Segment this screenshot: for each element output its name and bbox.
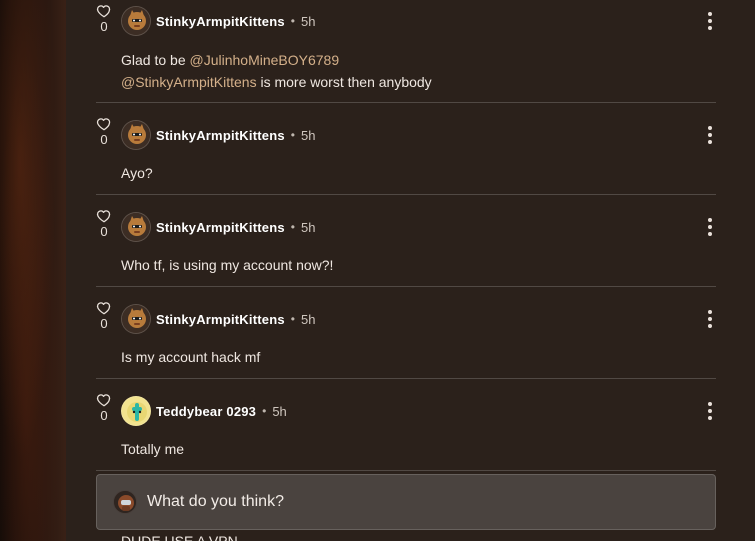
more-vertical-icon-dot: [708, 416, 712, 420]
current-user-avatar-image: [114, 491, 136, 513]
avatar-image: [122, 397, 150, 425]
more-vertical-icon-dot: [708, 225, 712, 229]
more-vertical-icon-dot: [708, 402, 712, 406]
comment-text-line: @StinkyArmpitKittens is more worst then …: [121, 72, 432, 92]
comment-text-line: Glad to be @JulinhoMineBOY6789: [121, 50, 339, 70]
more-vertical-icon-dot: [708, 324, 712, 328]
avatar[interactable]: [121, 304, 151, 334]
username[interactable]: StinkyArmpitKittens: [156, 14, 285, 29]
meta-separator: •: [290, 128, 295, 142]
heart-icon[interactable]: [96, 4, 112, 18]
comment-meta: StinkyArmpitKittens • 5h: [156, 126, 315, 144]
like-control[interactable]: 0: [96, 4, 112, 34]
composer-placeholder[interactable]: What do you think?: [147, 493, 284, 511]
heart-icon[interactable]: [96, 301, 112, 315]
more-vertical-icon-dot: [708, 409, 712, 413]
divider: [96, 286, 716, 287]
timestamp: 5h: [272, 403, 287, 419]
meta-separator: •: [290, 220, 295, 234]
meta-separator: •: [290, 14, 295, 28]
avatar[interactable]: [121, 396, 151, 426]
username[interactable]: StinkyArmpitKittens: [156, 220, 285, 235]
avatar[interactable]: [121, 212, 151, 242]
meta-separator: •: [290, 312, 295, 326]
avatar[interactable]: [121, 6, 151, 36]
comment-text: Totally me: [121, 441, 185, 457]
timestamp: 5h: [300, 13, 316, 29]
comment-item: 0 StinkyArmpitKittens • 5h: [96, 114, 716, 195]
divider: [96, 102, 716, 103]
like-control[interactable]: 0: [96, 393, 112, 423]
more-vertical-icon-dot: [708, 310, 712, 314]
comment-meta: StinkyArmpitKittens • 5h: [156, 218, 315, 236]
comment-item: 0 Teddybear 0293 • 5h Totally me: [96, 390, 716, 471]
current-user-avatar: [113, 490, 137, 514]
comments-panel: 0 StinkyArmpitKittens • 5h Glad to be @J…: [66, 0, 755, 541]
divider: [96, 194, 716, 195]
comment-meta: Teddybear 0293 • 5h: [156, 402, 287, 420]
comment-meta: StinkyArmpitKittens • 5h: [156, 310, 315, 328]
more-vertical-icon-dot: [708, 317, 712, 321]
more-options-button[interactable]: [701, 308, 719, 330]
comment-text: Glad to be: [121, 52, 190, 68]
more-vertical-icon-dot: [708, 26, 712, 30]
more-vertical-icon-dot: [708, 232, 712, 236]
like-count: 0: [100, 408, 108, 423]
like-control[interactable]: 0: [96, 117, 112, 147]
like-control[interactable]: 0: [96, 301, 112, 331]
page: 0 StinkyArmpitKittens • 5h Glad to be @J…: [0, 0, 755, 541]
more-options-button[interactable]: [701, 216, 719, 238]
like-count: 0: [100, 19, 108, 34]
comment-item: 0 StinkyArmpitKittens • 5h: [96, 0, 716, 103]
meta-separator: •: [262, 404, 267, 418]
like-count: 0: [100, 132, 108, 147]
timestamp: 5h: [300, 311, 316, 327]
comment-text: is more worst then anybody: [256, 74, 432, 90]
like-control[interactable]: 0: [96, 209, 112, 239]
comment-item: 0 StinkyArmpitKittens • 5h: [96, 206, 716, 287]
comment-text: Ayo?: [121, 165, 153, 181]
partially-visible-comment-text: DUDE USE A VPN: [121, 533, 238, 541]
mention-link[interactable]: @JulinhoMineBOY6789: [190, 52, 340, 68]
more-vertical-icon-dot: [708, 133, 712, 137]
comment-composer[interactable]: What do you think?: [96, 474, 716, 530]
background-image-strip: [0, 0, 66, 541]
timestamp: 5h: [300, 127, 316, 143]
avatar-image: [122, 213, 150, 241]
more-options-button[interactable]: [701, 400, 719, 422]
username[interactable]: StinkyArmpitKittens: [156, 128, 285, 143]
comment-text: Who tf, is using my account now?!: [121, 257, 334, 273]
avatar-image: [122, 7, 150, 35]
like-count: 0: [100, 224, 108, 239]
more-options-button[interactable]: [701, 124, 719, 146]
more-vertical-icon-dot: [708, 126, 712, 130]
divider: [96, 470, 716, 471]
more-vertical-icon-dot: [708, 19, 712, 23]
more-vertical-icon-dot: [708, 140, 712, 144]
username[interactable]: Teddybear 0293: [156, 404, 256, 419]
more-vertical-icon-dot: [708, 218, 712, 222]
divider: [96, 378, 716, 379]
comment-text: Is my account hack mf: [121, 349, 261, 365]
comment-meta: StinkyArmpitKittens • 5h: [156, 12, 315, 30]
heart-icon[interactable]: [96, 393, 112, 407]
like-count: 0: [100, 316, 108, 331]
avatar-image: [122, 121, 150, 149]
avatar-image: [122, 305, 150, 333]
timestamp: 5h: [300, 219, 316, 235]
more-options-button[interactable]: [701, 10, 719, 32]
avatar[interactable]: [121, 120, 151, 150]
heart-icon[interactable]: [96, 117, 112, 131]
comment-item: 0 StinkyArmpitKittens • 5h: [96, 298, 716, 379]
mention-link[interactable]: @StinkyArmpitKittens: [121, 74, 257, 90]
more-vertical-icon-dot: [708, 12, 712, 16]
username[interactable]: StinkyArmpitKittens: [156, 312, 285, 327]
heart-icon[interactable]: [96, 209, 112, 223]
